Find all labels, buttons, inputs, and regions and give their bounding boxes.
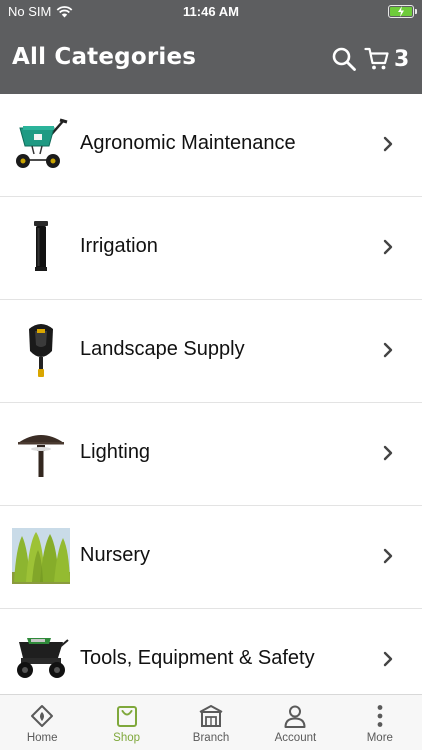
chevron-right-icon	[383, 136, 393, 152]
wheelbarrow-icon	[12, 629, 70, 689]
category-row-nursery[interactable]: Nursery	[0, 506, 422, 609]
chevron-right-icon	[383, 548, 393, 564]
person-icon	[284, 705, 306, 728]
shovel-icon	[12, 320, 70, 380]
chevron-right-icon	[383, 651, 393, 667]
tab-home[interactable]: Home	[0, 695, 84, 750]
clock: 11:46 AM	[183, 4, 239, 19]
status-bar: No SIM 11:46 AM	[0, 0, 422, 24]
tab-more[interactable]: More	[338, 695, 422, 750]
tab-label: Account	[274, 732, 317, 744]
category-label: Landscape Supply	[80, 338, 245, 360]
battery-icon	[388, 5, 417, 18]
category-row-agronomic-maintenance[interactable]: Agronomic Maintenance	[0, 94, 422, 197]
tab-label: Branch	[192, 732, 230, 744]
tab-label: More	[366, 732, 393, 744]
shrubs-photo	[12, 526, 70, 586]
chevron-right-icon	[383, 239, 393, 255]
cart-icon	[364, 47, 389, 70]
category-label: Lighting	[80, 441, 151, 463]
tab-shop[interactable]: Shop	[84, 695, 168, 750]
category-list: Agronomic Maintenance Irrigation Landsca…	[0, 94, 422, 694]
category-row-irrigation[interactable]: Irrigation	[0, 197, 422, 300]
category-row-lighting[interactable]: Lighting	[0, 403, 422, 506]
search-icon[interactable]	[331, 46, 357, 72]
tab-account[interactable]: Account	[253, 695, 337, 750]
sprinkler-head-icon	[12, 217, 70, 277]
path-light-icon	[12, 423, 70, 483]
category-label: Agronomic Maintenance	[80, 132, 296, 154]
tab-label: Home	[26, 732, 58, 744]
category-label: Tools, Equipment & Safety	[80, 647, 315, 669]
category-row-tools-equipment-safety[interactable]: Tools, Equipment & Safety	[0, 609, 422, 694]
cart-button[interactable]: 3	[364, 44, 420, 74]
shopping-bag-icon	[116, 706, 137, 727]
cart-count-badge: 3	[394, 46, 410, 72]
app-header: All Categories 3	[0, 24, 422, 94]
page-title: All Categories	[12, 44, 197, 70]
more-vertical-icon	[377, 705, 383, 727]
storefront-icon	[199, 705, 223, 727]
spreader-icon	[12, 114, 70, 174]
home-icon	[31, 705, 54, 727]
tab-branch[interactable]: Branch	[169, 695, 253, 750]
chevron-right-icon	[383, 445, 393, 461]
category-label: Nursery	[80, 544, 151, 566]
category-label: Irrigation	[80, 235, 158, 257]
bottom-tab-bar: Home Shop Branch Account More	[0, 694, 422, 750]
tab-label: Shop	[113, 732, 141, 744]
category-row-landscape-supply[interactable]: Landscape Supply	[0, 300, 422, 403]
chevron-right-icon	[383, 342, 393, 358]
